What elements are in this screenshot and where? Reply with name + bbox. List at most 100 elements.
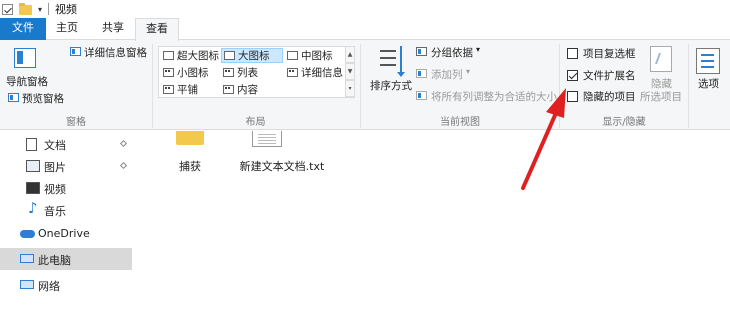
pictures-icon (26, 160, 40, 172)
layout-medium-icons[interactable]: 中图标 (285, 48, 333, 63)
layout-item-label: 大图标 (238, 50, 270, 62)
nav-item-label: 音乐 (44, 205, 66, 218)
layout-list[interactable]: 列表 (221, 65, 258, 80)
details-pane-label: 详细信息窗格 (84, 47, 147, 59)
layout-gallery: 超大图标 大图标 中图标 小图标 列表 详细信息 平铺 内容 ▲ ▼ ▾ (158, 46, 355, 98)
onedrive-icon (20, 230, 35, 238)
add-column-label: 添加列 (431, 69, 463, 81)
fit-columns-label: 将所有列调整为合适的大小 (431, 91, 557, 103)
details-pane-icon (70, 47, 81, 56)
small-icons-icon (163, 68, 174, 77)
group-by-label: 分组依据 (431, 47, 473, 59)
layout-item-label: 平铺 (177, 84, 198, 96)
videos-icon (26, 182, 40, 194)
gallery-scroll-down[interactable]: ▼ (345, 63, 355, 80)
add-column-icon (416, 69, 427, 78)
file-extensions-checkbox[interactable] (567, 70, 578, 81)
layout-content[interactable]: 内容 (221, 82, 258, 97)
nav-item-label: 此电脑 (38, 254, 71, 267)
content-icon (223, 85, 234, 94)
title-separator (48, 3, 50, 15)
layout-details[interactable]: 详细信息 (285, 65, 343, 80)
preview-pane-label: 预览窗格 (22, 93, 64, 105)
layout-item-label: 列表 (237, 67, 258, 79)
current-view-group-label: 当前视图 (440, 117, 480, 128)
nav-network[interactable]: 网络 (0, 274, 132, 296)
hidden-items-checkbox[interactable] (567, 91, 578, 102)
sort-by-label: 排序方式 (370, 80, 412, 92)
add-column-dropdown-icon: ▾ (466, 67, 471, 76)
nav-item-label: 图片 (44, 161, 66, 174)
preview-pane-icon (8, 93, 19, 102)
sort-line (380, 50, 396, 52)
nav-pane-label: 导航窗格 (6, 76, 48, 88)
sort-line (380, 57, 396, 59)
properties-quick-icon[interactable] (2, 3, 13, 15)
computer-icon (20, 254, 34, 263)
nav-onedrive[interactable]: OneDrive (0, 223, 132, 245)
layout-item-label: 详细信息 (301, 67, 343, 79)
documents-icon (26, 138, 37, 151)
item-checkboxes-checkbox[interactable] (567, 48, 578, 59)
layout-small-icons[interactable]: 小图标 (161, 65, 209, 80)
nav-item-label: 网络 (38, 280, 60, 293)
file-name: 新建文本文档.txt (239, 160, 325, 173)
sort-by-icon (380, 46, 406, 77)
layout-group-label: 布局 (245, 117, 266, 128)
layout-extra-large-icons[interactable]: 超大图标 (161, 48, 219, 63)
show-hide-group-label: 显示/隐藏 (602, 117, 646, 128)
nav-quick-access-music[interactable]: ♪ 音乐 (0, 199, 132, 221)
tab-view[interactable]: 查看 (135, 18, 179, 41)
sort-arrow (397, 46, 405, 77)
navigation-pane-icon (14, 48, 36, 68)
details-icon (287, 68, 298, 77)
extra-large-icons-icon (163, 51, 174, 60)
layout-item-label: 小图标 (177, 67, 209, 79)
text-file-icon (252, 131, 282, 147)
medium-icons-icon (287, 51, 298, 60)
options-label: 选项 (698, 78, 719, 90)
fit-columns-icon (416, 91, 427, 100)
customize-toolbar-icon[interactable]: ▾ (38, 5, 42, 14)
group-by-icon (416, 47, 427, 56)
large-icons-icon (224, 51, 235, 60)
hide-selected-icon (650, 46, 672, 72)
nav-item-label: 文档 (44, 139, 66, 152)
file-extensions-label: 文件扩展名 (583, 70, 636, 82)
network-icon (20, 280, 34, 289)
hidden-items-label: 隐藏的项目 (583, 91, 636, 103)
folder-icon (176, 131, 204, 145)
new-folder-quick-icon[interactable] (19, 3, 32, 15)
tab-home[interactable]: 主页 (50, 18, 84, 40)
layout-item-label: 内容 (237, 84, 258, 96)
file-explorer-window: ▾ 视频 文件 主页 共享 查看 导航窗格 预览窗格 详细信息窗格 窗格 超大图… (0, 0, 730, 326)
list-icon (223, 68, 234, 77)
tab-file[interactable]: 文件 (0, 18, 46, 40)
pin-icon (119, 139, 128, 148)
ribbon-tabs: 文件 主页 共享 查看 (0, 18, 730, 41)
layout-tiles[interactable]: 平铺 (161, 82, 198, 97)
group-divider (688, 44, 689, 128)
nav-item-label: 视频 (44, 183, 66, 196)
pane-group-label: 窗格 (66, 117, 86, 128)
pin-icon (119, 161, 128, 170)
gallery-expand[interactable]: ▾ (345, 80, 355, 97)
layout-item-label: 超大图标 (177, 50, 219, 62)
nav-quick-access-documents[interactable]: 文档 (0, 133, 132, 155)
layout-large-icons[interactable]: 大图标 (221, 48, 283, 63)
item-checkboxes-label: 项目复选框 (583, 48, 636, 60)
title-bar: ▾ 视频 (0, 0, 730, 18)
hide-selected-label-line2: 所选项目 (640, 91, 682, 103)
gallery-scroll-up[interactable]: ▲ (345, 46, 355, 63)
navigation-pane: 文档 图片 视频 ♪ 音乐 OneDrive 此电脑 网络 (0, 131, 132, 326)
tiles-icon (163, 85, 174, 94)
nav-item-label: OneDrive (38, 227, 90, 240)
layout-item-label: 中图标 (301, 50, 333, 62)
sort-line (380, 64, 396, 66)
nav-this-pc[interactable]: 此电脑 (0, 248, 132, 270)
nav-quick-access-pictures[interactable]: 图片 (0, 155, 132, 177)
file-name: 捕获 (179, 160, 201, 173)
tab-share[interactable]: 共享 (96, 18, 130, 40)
music-icon: ♪ (28, 199, 38, 217)
nav-quick-access-videos[interactable]: 视频 (0, 177, 132, 199)
